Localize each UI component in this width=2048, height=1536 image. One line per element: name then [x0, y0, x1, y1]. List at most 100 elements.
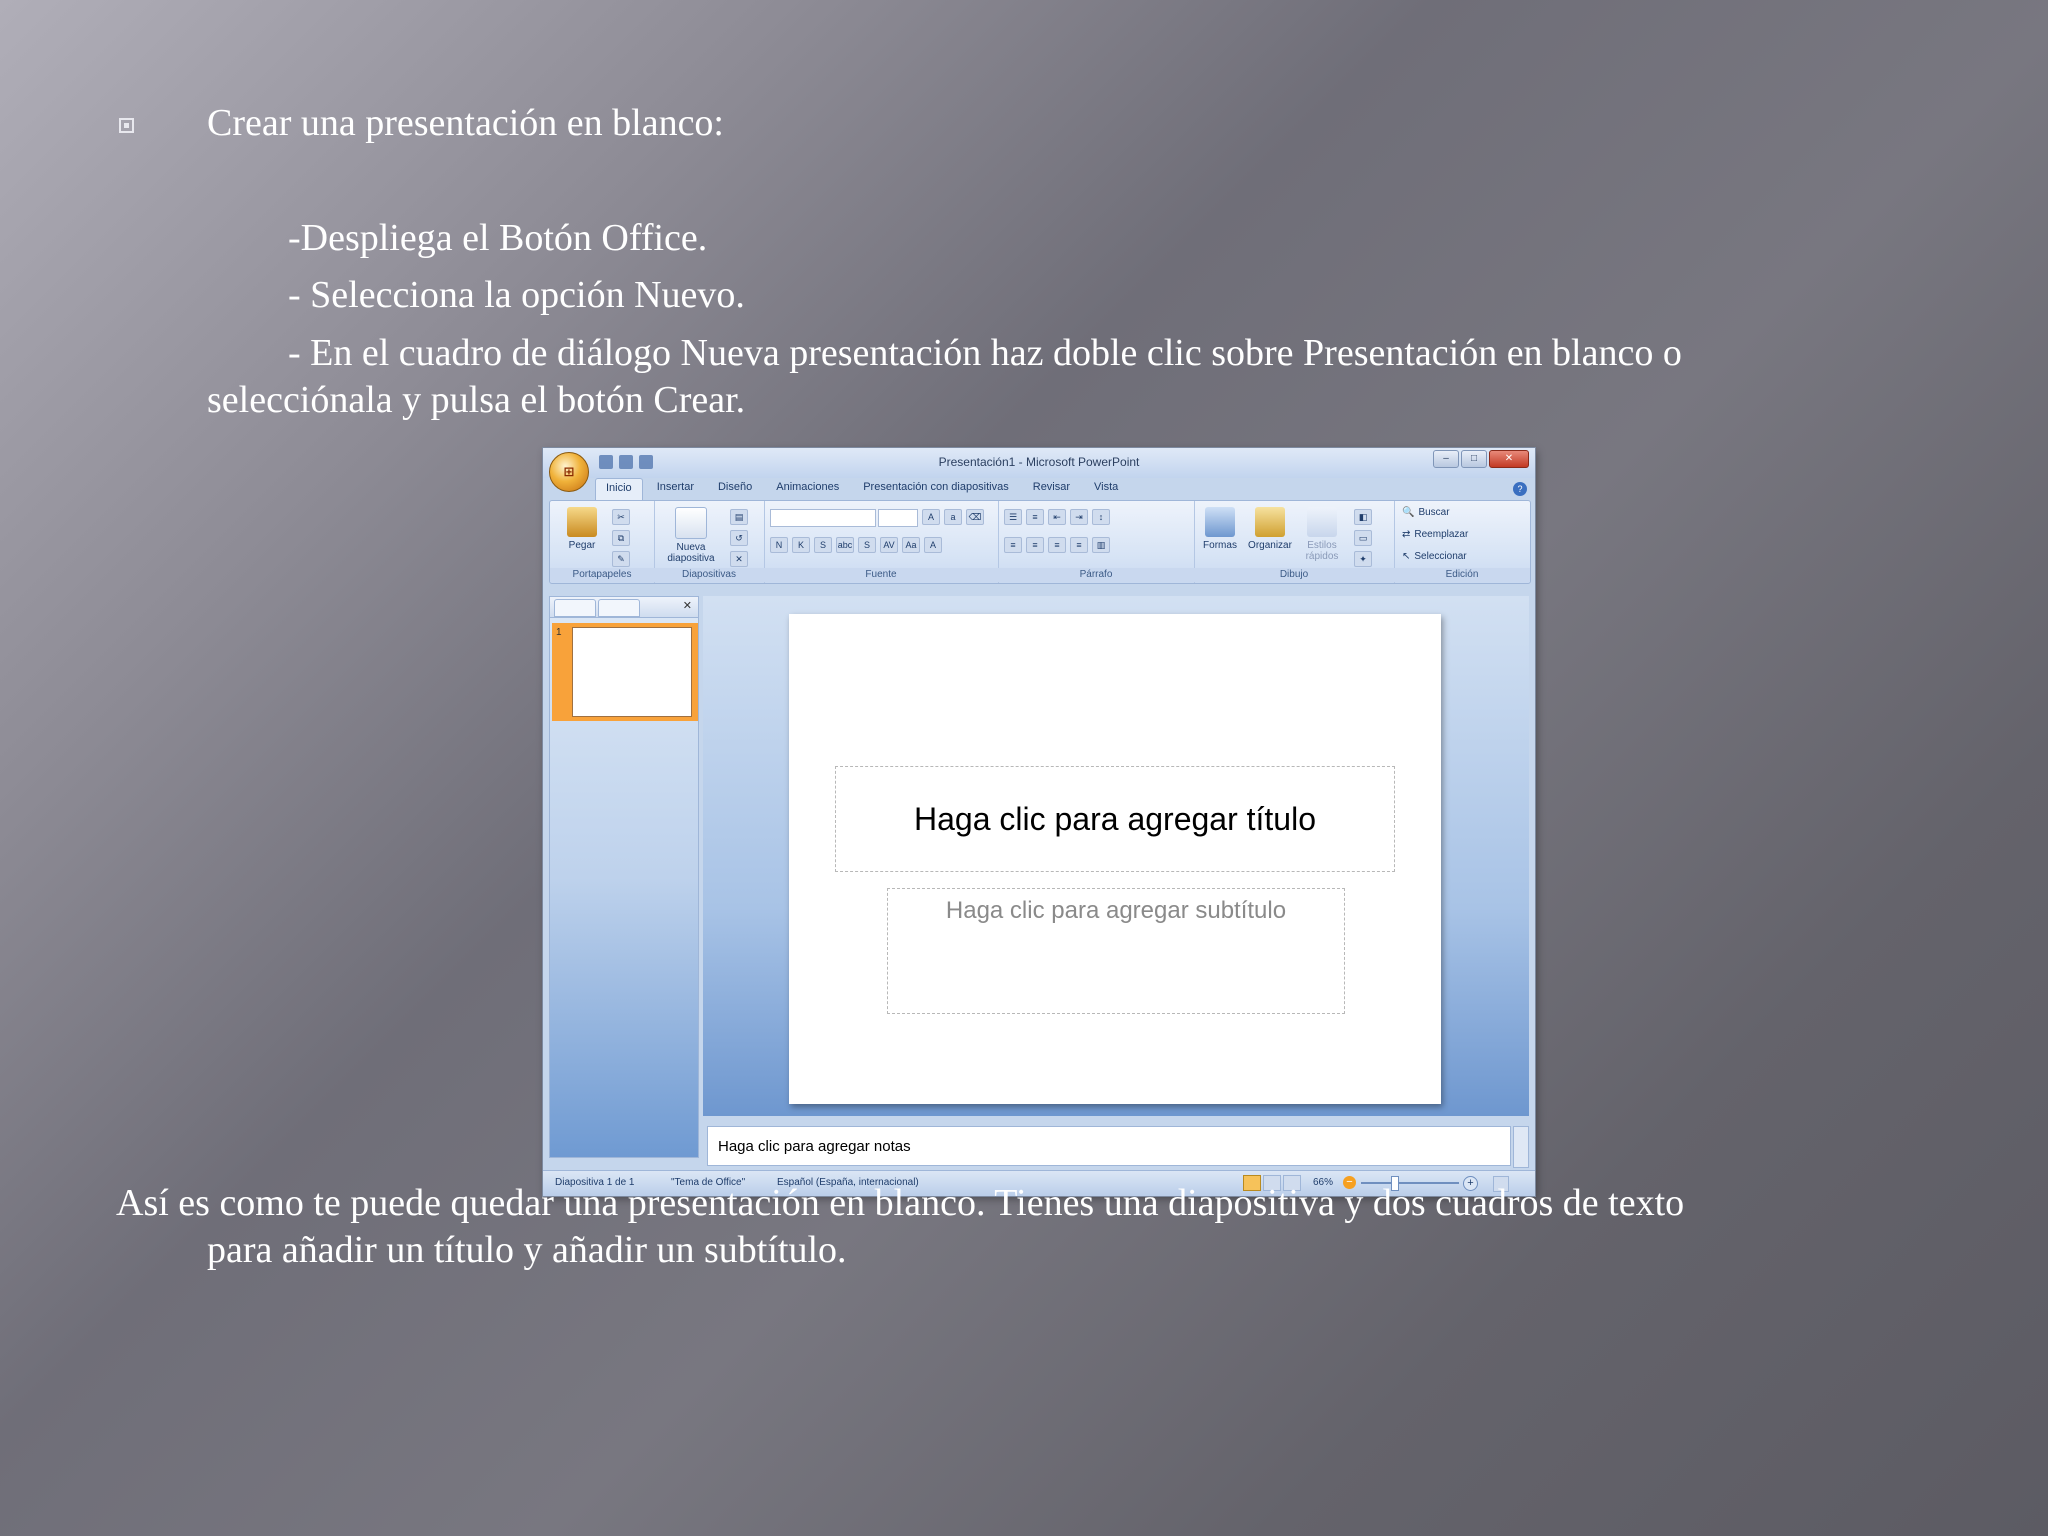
new-slide-label: Nueva	[676, 542, 706, 553]
format-painter-icon: ✎	[612, 551, 630, 567]
reset-icon: ↺	[730, 530, 748, 546]
new-slide-icon	[675, 507, 707, 539]
effects-icon: ✦	[1354, 551, 1372, 567]
step-3-line-1: - En el cuadro de diálogo Nueva presenta…	[288, 332, 1682, 374]
clear-format-icon: ⌫	[966, 509, 984, 525]
clipboard-icon	[567, 507, 597, 537]
slide-thumbnail	[572, 627, 692, 717]
clipboard-small-buttons: ✂ ⧉ ✎	[612, 509, 630, 567]
footer-line-2: para añadir un título y añadir un subtít…	[207, 1229, 847, 1271]
delete-slide-icon: ✕	[730, 551, 748, 567]
bullet-square-icon	[119, 118, 134, 133]
align-center-icon: ≡	[1026, 537, 1044, 553]
pane-close-icon: ✕	[682, 600, 692, 612]
group-label-portapapeles: Portapapeles	[550, 568, 654, 582]
footer-line-1: Así es como te puede quedar una presenta…	[116, 1182, 1685, 1224]
window-title: Presentación1 - Microsoft PowerPoint	[938, 455, 1140, 469]
bold-icon: N	[770, 537, 788, 553]
slide-small-buttons: ▤ ↺ ✕	[730, 509, 748, 567]
notes-placeholder: Haga clic para agregar notas	[707, 1126, 1511, 1166]
close-icon: ✕	[1489, 450, 1529, 468]
font-size-combo	[878, 509, 918, 527]
group-edicion: 🔍 Buscar ⇄ Reemplazar ↖ Seleccionar Edic…	[1394, 501, 1530, 583]
paragraph-row-1: ☰ ≡ ⇤ ⇥ ↕	[1004, 509, 1110, 525]
line-spacing-icon: ↕	[1092, 509, 1110, 525]
slide-canvas: Haga clic para agregar título Haga clic …	[789, 614, 1441, 1104]
step-3-line-2: selecciónala y pulsa el botón Crear.	[207, 379, 746, 421]
group-dibujo: Formas Organizar Estilos rápidos ◧ ▭ ✦ D…	[1194, 501, 1395, 583]
bullets-icon: ☰	[1004, 509, 1022, 525]
shapes-icon	[1205, 507, 1235, 537]
new-slide-button: Nueva diapositiva	[660, 507, 722, 564]
tab-diseno: Diseño	[717, 481, 753, 493]
quick-styles-icon	[1307, 507, 1337, 537]
shadow-icon: S	[858, 537, 876, 553]
ribbon: Pegar ✂ ⧉ ✎ Portapapeles Nueva diapositi…	[549, 500, 1531, 584]
columns-icon: ▥	[1092, 537, 1110, 553]
window-titlebar: Presentación1 - Microsoft PowerPoint – □…	[543, 448, 1535, 478]
paragraph-row-2: ≡ ≡ ≡ ≡ ▥	[1004, 537, 1110, 553]
group-label-diapositivas: Diapositivas	[654, 568, 764, 582]
new-slide-label-2: diapositiva	[667, 553, 715, 564]
shapes-button: Formas	[1200, 507, 1240, 551]
pane-tab-outline	[598, 599, 640, 617]
pane-tab-slides	[554, 599, 596, 617]
select-button: ↖ Seleccionar	[1402, 551, 1467, 562]
copy-icon: ⧉	[612, 530, 630, 546]
outline-icon: ▭	[1354, 530, 1372, 546]
quick-styles-label-2: rápidos	[1305, 551, 1339, 562]
minimize-icon: –	[1433, 450, 1459, 468]
office-button: ⊞	[549, 452, 589, 492]
slides-pane: ✕ 1	[549, 596, 699, 1158]
group-label-parrafo: Párrafo	[998, 568, 1194, 582]
maximize-icon: □	[1461, 450, 1487, 468]
case-icon: Aa	[902, 537, 920, 553]
align-left-icon: ≡	[1004, 537, 1022, 553]
group-label-edicion: Edición	[1394, 568, 1530, 582]
increase-indent-icon: ⇥	[1070, 509, 1088, 525]
title-placeholder: Haga clic para agregar título	[835, 766, 1395, 872]
slide-editing-area: Haga clic para agregar título Haga clic …	[703, 596, 1529, 1116]
group-parrafo: ☰ ≡ ⇤ ⇥ ↕ ≡ ≡ ≡ ≡ ▥ Párrafo	[998, 501, 1195, 583]
tab-vista: Vista	[1094, 481, 1119, 493]
arrange-label: Organizar	[1248, 540, 1292, 551]
tab-insertar: Insertar	[656, 481, 694, 493]
subtitle-placeholder: Haga clic para agregar subtítulo	[887, 888, 1345, 1014]
fill-icon: ◧	[1354, 509, 1372, 525]
replace-icon: ⇄	[1402, 529, 1411, 540]
window-controls: – □ ✕	[1433, 450, 1529, 468]
quick-styles-button: Estilos rápidos	[1300, 507, 1344, 562]
spacing-icon: AV	[880, 537, 898, 553]
step-1: -Despliega el Botón Office.	[288, 217, 708, 259]
underline-icon: S	[814, 537, 832, 553]
pane-tabs: ✕	[550, 597, 698, 618]
find-label: Buscar	[1418, 507, 1450, 518]
tab-inicio: Inicio	[595, 478, 643, 500]
tab-animaciones: Animaciones	[776, 481, 840, 493]
bullet-heading: Crear una presentación en blanco:	[207, 102, 724, 144]
numbering-icon: ≡	[1026, 509, 1044, 525]
arrange-icon	[1255, 507, 1285, 537]
group-label-fuente: Fuente	[764, 568, 998, 582]
help-icon: ?	[1513, 482, 1527, 496]
group-label-dibujo: Dibujo	[1194, 568, 1394, 582]
tab-presentacion: Presentación con diapositivas	[863, 481, 1009, 493]
step-2: - Selecciona la opción Nuevo.	[288, 274, 745, 316]
italic-icon: K	[792, 537, 810, 553]
paste-label: Pegar	[568, 540, 596, 551]
shrink-font-icon: a	[944, 509, 962, 525]
group-diapositivas: Nueva diapositiva ▤ ↺ ✕ Diapositivas	[654, 501, 765, 583]
justify-icon: ≡	[1070, 537, 1088, 553]
select-icon: ↖	[1402, 551, 1411, 562]
binoculars-icon: 🔍	[1402, 507, 1415, 518]
select-label: Seleccionar	[1414, 551, 1467, 562]
grow-font-icon: A	[922, 509, 940, 525]
shapes-label: Formas	[1203, 540, 1237, 551]
font-color-icon: A	[924, 537, 942, 553]
thumbnail-number: 1	[556, 627, 562, 638]
ribbon-tabs: Inicio Insertar Diseño Animaciones Prese…	[595, 478, 1128, 500]
quick-styles-label: Estilos	[1307, 540, 1337, 551]
find-button: 🔍 Buscar	[1402, 507, 1450, 518]
replace-button: ⇄ Reemplazar	[1402, 529, 1468, 540]
font-name-combo	[770, 509, 876, 527]
